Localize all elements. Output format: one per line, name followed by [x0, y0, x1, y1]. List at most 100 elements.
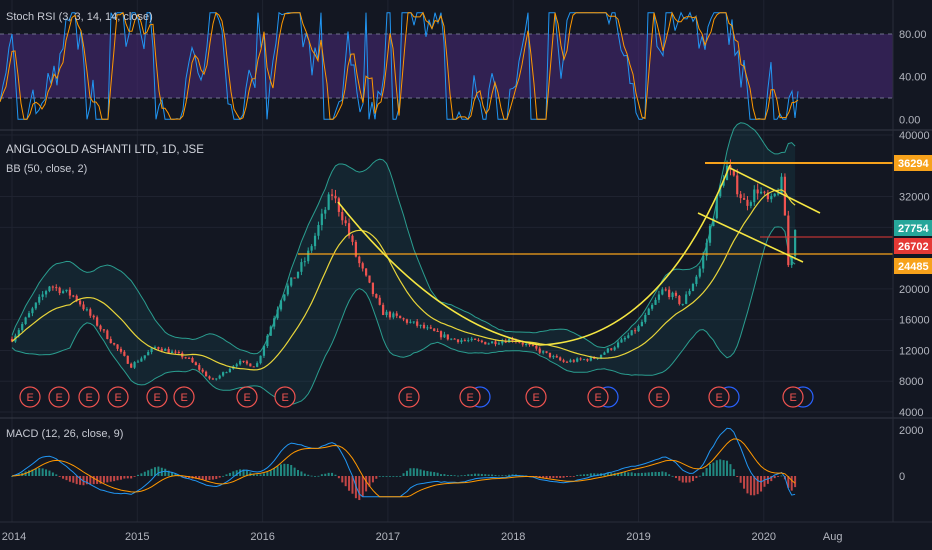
candle-body [48, 286, 51, 292]
macd-hist-bar [116, 476, 119, 481]
earnings-marker[interactable]: E [525, 386, 547, 408]
macd-hist-bar [497, 475, 500, 477]
candle-body [51, 286, 54, 288]
time-tick-label[interactable]: 2020 [752, 531, 776, 543]
macd-hist-bar [344, 476, 347, 487]
earnings-marker[interactable]: E [146, 386, 168, 408]
candle-body [266, 335, 269, 347]
candle-body [674, 292, 678, 296]
time-tick-label[interactable]: 2016 [250, 531, 274, 543]
time-tick-label[interactable]: 2017 [376, 531, 400, 543]
earnings-marker[interactable]: E [78, 386, 100, 408]
macd-hist-bar [572, 476, 575, 477]
earnings-marker[interactable]: E [48, 386, 70, 408]
candle-body [484, 341, 487, 345]
candle-body [467, 340, 470, 342]
candle-body [279, 300, 283, 310]
candle-body [303, 261, 306, 263]
candle-body [218, 375, 221, 379]
macd-hist-bar [685, 476, 688, 483]
macd-hist-bar [416, 468, 419, 476]
candle-body [174, 351, 177, 353]
macd-hist-bar [422, 470, 425, 476]
candle-body [68, 289, 71, 296]
candle-body [204, 371, 208, 377]
price-tick-label: 4000 [899, 407, 923, 419]
candle-body [41, 294, 44, 297]
candle-body [606, 348, 609, 353]
macd-hist-bar [678, 476, 681, 481]
candle-body [463, 340, 466, 342]
candle-body [433, 328, 436, 331]
candle-body [749, 202, 752, 206]
time-tick-label[interactable]: 2018 [501, 531, 525, 543]
stoch-label: Stoch RSI (3, 3, 14, 14, close) [6, 11, 153, 23]
macd-hist-bar [504, 475, 507, 477]
earnings-marker[interactable]: E [107, 386, 129, 408]
time-tick-label[interactable]: 2019 [626, 531, 650, 543]
candle-body [702, 255, 705, 269]
macd-hist-bar [429, 471, 432, 476]
macd-hist-bar [140, 473, 143, 476]
candle-body [542, 351, 545, 353]
macd-hist-bar [790, 476, 793, 491]
candle-body [133, 362, 136, 368]
macd-hist-bar [657, 472, 660, 476]
macd-hist-bar [705, 468, 708, 476]
candle-body [616, 342, 620, 348]
candle-body [259, 355, 262, 364]
earnings-marker[interactable]: E [648, 386, 670, 408]
earnings-label: E [282, 392, 289, 404]
candle-body [252, 366, 255, 368]
candle-body [327, 194, 330, 210]
macd-hist-bar [712, 462, 715, 476]
candle-body [691, 283, 695, 291]
time-tick-label[interactable]: 2014 [2, 531, 26, 543]
macd-hist-bar [402, 473, 405, 476]
candle-body [249, 363, 252, 367]
macd-hist-bar [55, 474, 58, 476]
stoch-band [0, 34, 893, 98]
macd-hist-bar [102, 476, 105, 483]
macd-hist-bar [273, 468, 276, 476]
price-title: ANGLOGOLD ASHANTI LTD, 1D, JSE [6, 144, 204, 156]
macd-hist-bar [736, 476, 739, 477]
candle-body [38, 296, 41, 303]
macd-hist-bar [157, 466, 160, 476]
candle-body [439, 331, 443, 338]
macd-hist-bar [436, 472, 439, 476]
time-tick-label[interactable]: 2015 [125, 531, 149, 543]
macd-hist-bar [719, 459, 722, 476]
macd-hist-bar [164, 468, 167, 476]
stock-chart[interactable]: Stoch RSI (3, 3, 14, 14, close) 80.00 40.… [0, 0, 932, 550]
earnings-marker[interactable]: E [398, 386, 420, 408]
macd-hist-bar [307, 474, 310, 476]
macd-hist-bar [780, 475, 783, 477]
macd-hist-bar [562, 476, 565, 478]
earnings-marker[interactable]: E [236, 386, 258, 408]
candle-body [770, 196, 773, 200]
macd-hist-bar [555, 476, 558, 478]
macd-hist-bar [119, 476, 122, 480]
candle-body [569, 360, 572, 363]
macd-hist-bar [262, 473, 265, 476]
macd-hist-bar [729, 464, 732, 476]
earnings-marker[interactable]: E [274, 386, 296, 408]
candle-body [446, 334, 449, 340]
macd-hist-bar [760, 476, 763, 492]
macd-hist-bar [341, 476, 344, 483]
earnings-label: E [86, 392, 93, 404]
candle-body [644, 314, 647, 322]
time-tick-label[interactable]: Aug [823, 531, 843, 543]
earnings-label: E [154, 392, 161, 404]
earnings-label: E [656, 392, 663, 404]
macd-hist-bar [477, 473, 480, 476]
earnings-label: E [533, 392, 540, 404]
macd-hist-bar [583, 474, 586, 476]
candle-body [480, 340, 483, 342]
macd-hist-bar [361, 476, 364, 497]
earnings-marker[interactable]: E [19, 386, 41, 408]
macd-hist-bar [664, 472, 667, 476]
candle-body [572, 360, 575, 362]
earnings-marker[interactable]: E [173, 386, 195, 408]
